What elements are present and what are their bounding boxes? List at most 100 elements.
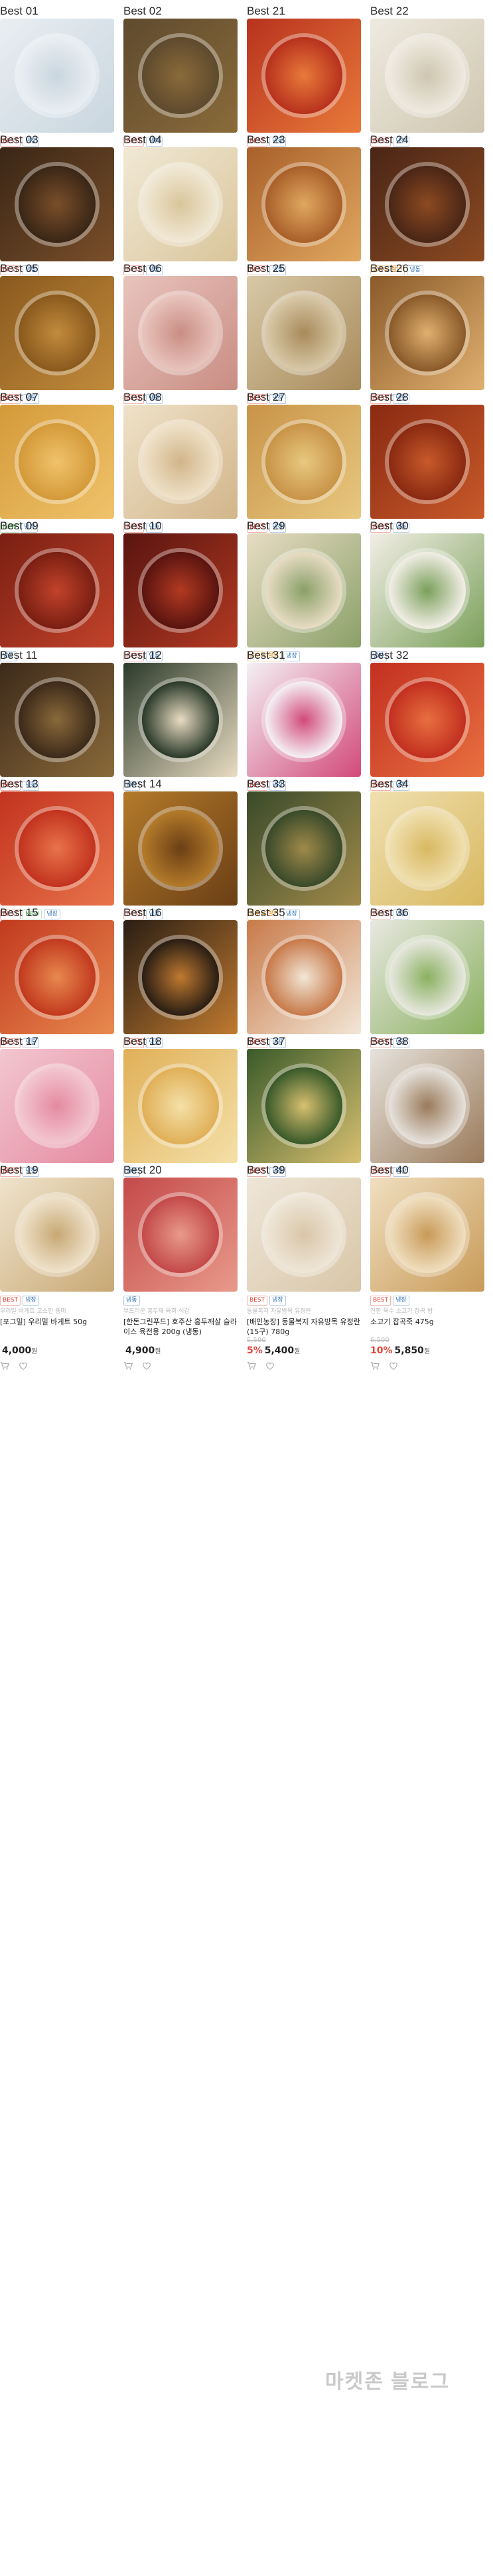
product-thumbnail[interactable]	[247, 791, 361, 906]
product-rank: Best 17	[0, 1034, 38, 1048]
price-unit: 원	[31, 1347, 38, 1355]
product-name[interactable]: [배민농장] 동물복지 자유방목 유정란(15구) 780g	[247, 1317, 361, 1337]
product-photo-shape	[389, 681, 466, 758]
heart-icon[interactable]	[265, 1361, 275, 1371]
product-thumbnail[interactable]	[0, 919, 114, 1034]
price-value: 5,400	[264, 1345, 295, 1356]
product-thumbnail[interactable]	[123, 919, 238, 1034]
product-thumbnail[interactable]	[370, 662, 484, 777]
discount-percent: 5%	[247, 1345, 263, 1356]
product-rank: Best 35	[247, 906, 285, 919]
cart-icon[interactable]	[0, 1361, 9, 1371]
product-tags: BEST 냉장	[247, 1295, 361, 1306]
product-photo-shape	[142, 295, 219, 372]
product-thumbnail[interactable]	[247, 19, 361, 133]
product-rank: Best 11	[0, 648, 38, 661]
product-thumbnail[interactable]	[370, 276, 484, 391]
product-description: 우리밀 바게트 고소한 풍미	[0, 1308, 66, 1315]
product-thumbnail[interactable]	[370, 791, 484, 906]
product-name[interactable]: [한돈그린푸드] 호주산 홍두깨살 슬라이스 육전용 200g (냉동)	[123, 1317, 238, 1337]
product-thumbnail[interactable]	[370, 1048, 484, 1163]
product-thumbnail[interactable]	[123, 147, 238, 262]
product-rank: Best 29	[247, 519, 285, 533]
product-name[interactable]: 소고기 잡곡죽 475g	[370, 1317, 484, 1337]
product-thumbnail[interactable]	[0, 1177, 114, 1292]
product-thumbnail[interactable]	[0, 19, 114, 133]
product-thumbnail[interactable]	[247, 1048, 361, 1163]
product-thumbnail[interactable]	[247, 1177, 361, 1292]
product-rank: Best 32	[370, 648, 409, 661]
product-thumbnail[interactable]	[0, 405, 114, 519]
product-photo-shape	[389, 37, 466, 114]
product-rank: Best 39	[247, 1163, 285, 1176]
product-card[interactable]: Best 39 BEST 냉장 동물복지 자유방목 유정란 [배민농장] 동물복지 자유…	[247, 1163, 361, 1371]
product-rank: Best 40	[370, 1163, 409, 1176]
product-photo-shape	[265, 37, 342, 114]
sale-price: 10%5,850원	[370, 1345, 484, 1358]
heart-icon[interactable]	[389, 1361, 398, 1371]
product-photo-shape	[19, 681, 96, 758]
product-thumbnail[interactable]	[123, 276, 238, 391]
product-thumbnail[interactable]	[247, 533, 361, 648]
product-tag: BEST	[0, 1295, 21, 1306]
product-thumbnail[interactable]	[123, 533, 238, 648]
product-card[interactable]: Best 40 BEST 냉장 진한 육수 소고기 잡곡 밥 소고기 잡곡죽 475g 6…	[370, 1163, 484, 1371]
product-thumbnail[interactable]	[370, 19, 484, 133]
product-rank: Best 26	[370, 262, 409, 275]
product-thumbnail[interactable]	[370, 147, 484, 262]
product-photo-shape	[142, 681, 219, 758]
original-price	[0, 1337, 114, 1345]
product-tag: 냉장	[393, 1295, 409, 1306]
product-thumbnail[interactable]	[0, 662, 114, 777]
cart-icon[interactable]	[123, 1361, 133, 1371]
price-value: 4,000	[2, 1345, 32, 1356]
product-photo-shape	[389, 809, 466, 887]
product-thumbnail[interactable]	[123, 1048, 238, 1163]
cart-icon[interactable]	[370, 1361, 380, 1371]
product-thumbnail[interactable]	[0, 276, 114, 391]
product-thumbnail[interactable]	[123, 791, 238, 906]
product-photo-shape	[265, 295, 342, 372]
product-actions	[0, 1361, 114, 1371]
product-tags: 냉동	[123, 1295, 238, 1306]
product-thumbnail[interactable]	[0, 533, 114, 648]
product-thumbnail[interactable]	[123, 662, 238, 777]
product-thumbnail[interactable]	[370, 533, 484, 648]
product-card[interactable]: Best 20 냉동 부드러운 홍두깨 육회 식감 [한돈그린푸드] 호주산 홍두깨살…	[123, 1163, 238, 1371]
product-thumbnail[interactable]	[123, 405, 238, 519]
product-thumbnail[interactable]	[123, 19, 238, 133]
product-rank: Best 24	[370, 133, 409, 147]
product-thumbnail[interactable]	[370, 405, 484, 519]
product-thumbnail[interactable]	[247, 276, 361, 391]
product-thumbnail[interactable]	[370, 919, 484, 1034]
product-thumbnail[interactable]	[0, 147, 114, 262]
product-thumbnail[interactable]	[0, 791, 114, 906]
product-thumbnail[interactable]	[247, 919, 361, 1034]
product-card[interactable]: Best 19 BEST 냉장 우리밀 바게트 고소한 풍미 [포그밀] 우리밀 바게트…	[0, 1163, 114, 1371]
product-photo-shape	[389, 295, 466, 372]
heart-icon[interactable]	[142, 1361, 151, 1371]
product-photo-shape	[19, 552, 96, 630]
product-photo-shape	[19, 295, 96, 372]
right-product-column: Best 21BEST냉동쫄깃한 떡과 치즈 듬뿍 떡볶이[석관동떡볶이] 치즈…	[247, 0, 493, 2576]
product-rank: Best 15	[0, 906, 38, 919]
cart-icon[interactable]	[247, 1361, 256, 1371]
product-actions	[247, 1361, 361, 1371]
product-thumbnail[interactable]	[123, 1177, 238, 1292]
product-tag: 냉장	[269, 1295, 286, 1306]
product-rank: Best 27	[247, 391, 285, 404]
product-rank: Best 20	[123, 1163, 162, 1176]
product-thumbnail[interactable]	[247, 405, 361, 519]
product-photo-shape	[389, 423, 466, 501]
product-thumbnail[interactable]	[370, 1177, 484, 1292]
product-name[interactable]: [포그밀] 우리밀 바게트 50g	[0, 1317, 114, 1337]
product-thumbnail[interactable]	[247, 147, 361, 262]
product-ranking-page: Best 01BEST냉장세척 도나 바 소편 포 프리미엄[그리팅] 무항생제…	[0, 0, 493, 2576]
product-thumbnail[interactable]	[247, 662, 361, 777]
product-rank: Best 38	[370, 1034, 409, 1048]
heart-icon[interactable]	[19, 1361, 28, 1371]
product-photo-shape	[142, 809, 219, 887]
product-tag: BEST	[247, 1295, 268, 1306]
price-unit: 원	[155, 1347, 161, 1355]
product-thumbnail[interactable]	[0, 1048, 114, 1163]
